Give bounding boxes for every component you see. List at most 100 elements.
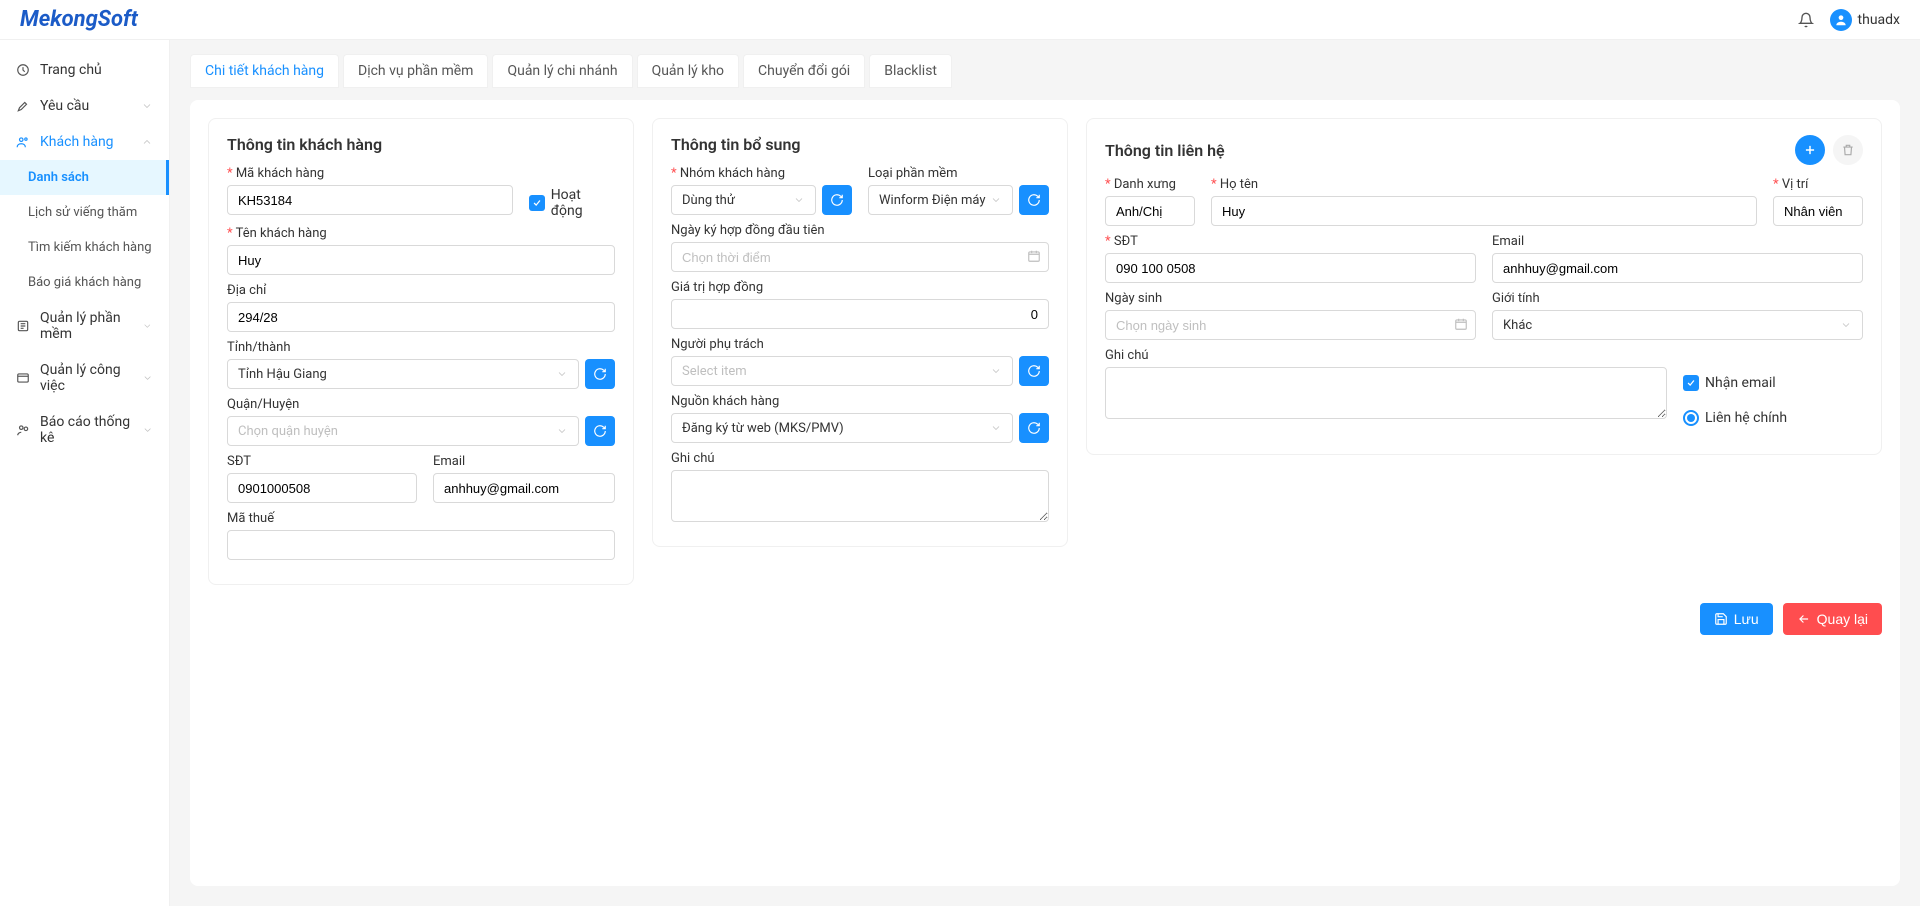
address-input[interactable] [227, 302, 615, 332]
label: Ngày ký hợp đồng đầu tiên [671, 223, 1049, 238]
software-reload-button[interactable] [1019, 185, 1049, 215]
receive-email-checkbox[interactable]: Nhận email [1683, 368, 1863, 398]
tabs: Chi tiết khách hàng Dịch vụ phần mềm Quả… [190, 54, 1900, 88]
source-select[interactable]: Đăng ký từ web (MKS/PMV) [671, 413, 1013, 443]
label: Ngày sinh [1105, 291, 1476, 306]
chevron-down-icon [142, 320, 153, 332]
group-reload-button[interactable] [822, 185, 852, 215]
phone-input[interactable] [227, 473, 417, 503]
province-select[interactable]: Tỉnh Hậu Giang [227, 359, 579, 389]
reload-icon [593, 367, 607, 381]
assignee-reload-button[interactable] [1019, 356, 1049, 386]
radio-icon [1683, 410, 1699, 426]
sidebar-item-customer-quote[interactable]: Báo giá khách hàng [0, 265, 169, 300]
delete-contact-button[interactable] [1833, 135, 1863, 165]
calendar-icon [1454, 317, 1468, 331]
reload-icon [830, 193, 844, 207]
note-textarea[interactable] [671, 470, 1049, 522]
save-icon [1714, 612, 1728, 626]
tab-convert[interactable]: Chuyển đổi gói [743, 54, 865, 88]
chevron-down-icon [556, 425, 568, 437]
sidebar-item-customer-history[interactable]: Lịch sử viếng thăm [0, 195, 169, 230]
label: Ghi chú [1105, 348, 1667, 363]
gender-select[interactable]: Khác [1492, 310, 1863, 340]
contact-note-textarea[interactable] [1105, 367, 1667, 419]
label: SĐT [227, 454, 417, 469]
sidebar-item-customer[interactable]: Khách hàng [0, 124, 169, 160]
software-type-select[interactable]: Winform Điện máy [868, 185, 1013, 215]
contract-value-input[interactable] [671, 299, 1049, 329]
customer-code-input[interactable] [227, 185, 513, 215]
primary-contact-radio[interactable]: Liên hệ chính [1683, 406, 1863, 430]
label: Email [433, 454, 615, 469]
calendar-icon [1027, 249, 1041, 263]
reload-icon [1027, 421, 1041, 435]
reload-icon [1027, 364, 1041, 378]
card-title: Thông tin bổ sung [671, 135, 1049, 154]
tab-blacklist[interactable]: Blacklist [869, 54, 952, 88]
sidebar-item-report[interactable]: Báo cáo thống kê [0, 404, 169, 456]
label: SĐT [1105, 234, 1476, 249]
chevron-down-icon [793, 194, 805, 206]
customer-group-select[interactable]: Dùng thử [671, 185, 816, 215]
add-contact-button[interactable] [1795, 135, 1825, 165]
label: Mã khách hàng [227, 166, 513, 181]
tab-service[interactable]: Dịch vụ phần mềm [343, 54, 488, 88]
card-contact-info: Thông tin liên hệ Danh xưng [1086, 118, 1882, 455]
tax-input[interactable] [227, 530, 615, 560]
label: Giá trị hợp đồng [671, 280, 1049, 295]
sidebar-item-work[interactable]: Quản lý công việc [0, 352, 169, 404]
logo: MekongSoft [20, 7, 138, 32]
label: Tên khách hàng [227, 226, 615, 241]
contact-email-input[interactable] [1492, 253, 1863, 283]
arrow-left-icon [1797, 612, 1811, 626]
district-select[interactable]: Chọn quận huyện [227, 416, 579, 446]
trash-icon [1841, 143, 1855, 157]
plus-icon [1803, 143, 1817, 157]
username: thuadx [1858, 12, 1900, 28]
contact-phone-input[interactable] [1105, 253, 1476, 283]
tab-branch[interactable]: Quản lý chi nhánh [492, 54, 632, 88]
sidebar-item-customer-list[interactable]: Danh sách [0, 160, 169, 195]
label: Loại phần mềm [868, 166, 1049, 181]
label: Email [1492, 234, 1863, 249]
label: Nhóm khách hàng [671, 166, 852, 181]
chevron-down-icon [141, 100, 153, 112]
back-button[interactable]: Quay lại [1783, 603, 1882, 635]
sidebar-item-request[interactable]: Yêu cầu [0, 88, 169, 124]
tab-warehouse[interactable]: Quản lý kho [637, 54, 739, 88]
chevron-down-icon [142, 372, 153, 384]
assignee-select[interactable]: Select item [671, 356, 1013, 386]
tab-detail[interactable]: Chi tiết khách hàng [190, 54, 339, 88]
check-icon [1683, 375, 1699, 391]
sidebar-item-software[interactable]: Quản lý phần mềm [0, 300, 169, 352]
position-input[interactable] [1773, 196, 1863, 226]
fullname-input[interactable] [1211, 196, 1757, 226]
reload-icon [1027, 193, 1041, 207]
card-title: Thông tin khách hàng [227, 135, 615, 154]
header: MekongSoft thuadx [0, 0, 1920, 40]
customer-name-input[interactable] [227, 245, 615, 275]
province-reload-button[interactable] [585, 359, 615, 389]
user-menu[interactable]: thuadx [1830, 9, 1900, 31]
label: Quận/Huyện [227, 397, 615, 412]
salutation-input[interactable] [1105, 196, 1195, 226]
contract-date-input[interactable] [671, 242, 1049, 272]
chevron-down-icon [1840, 319, 1852, 331]
district-reload-button[interactable] [585, 416, 615, 446]
label: Giới tính [1492, 291, 1863, 306]
birthday-input[interactable] [1105, 310, 1476, 340]
save-button[interactable]: Lưu [1700, 603, 1773, 635]
sidebar-item-home[interactable]: Trang chủ [0, 52, 169, 88]
active-checkbox[interactable]: Hoạt động [529, 188, 615, 218]
bell-icon[interactable] [1798, 12, 1814, 28]
sidebar-item-customer-search[interactable]: Tìm kiếm khách hàng [0, 230, 169, 265]
email-input[interactable] [433, 473, 615, 503]
chevron-down-icon [990, 365, 1002, 377]
chevron-down-icon [142, 424, 153, 436]
check-icon [529, 195, 545, 211]
label: Danh xưng [1105, 177, 1195, 192]
source-reload-button[interactable] [1019, 413, 1049, 443]
chevron-down-icon [556, 368, 568, 380]
label: Họ tên [1211, 177, 1757, 192]
